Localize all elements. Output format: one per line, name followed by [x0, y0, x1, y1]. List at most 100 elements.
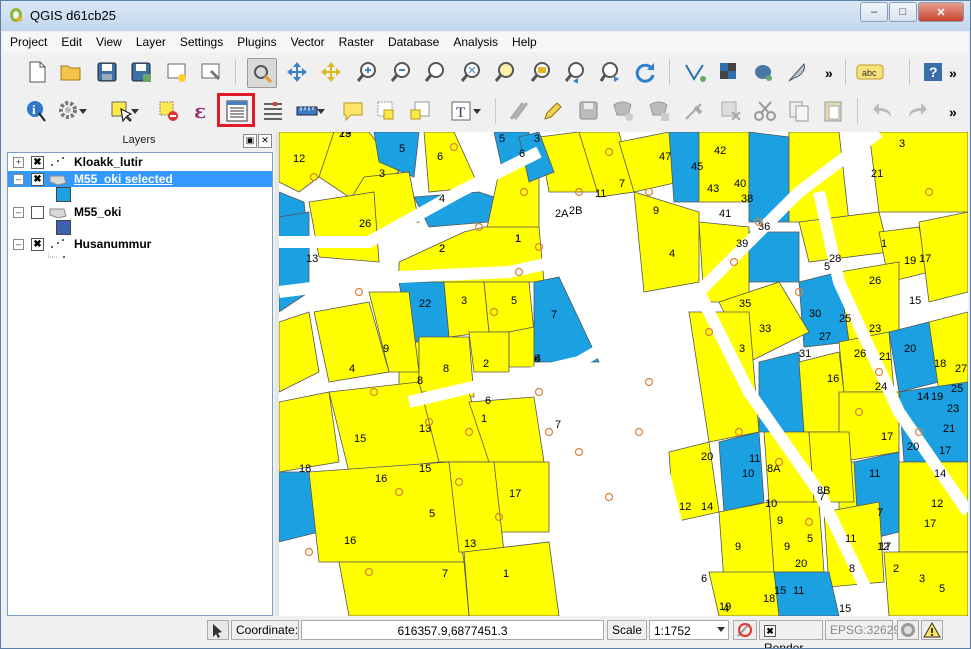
scale-combobox[interactable]: 1:1752 — [649, 620, 729, 640]
parcel[interactable] — [483, 281, 535, 333]
close-button[interactable]: ✕ — [918, 2, 964, 22]
parcel[interactable] — [868, 132, 968, 213]
mouse-position-icon[interactable] — [207, 620, 229, 640]
layer-item-m55-oki-selected[interactable]: – ✖ M55_oki selected — [8, 171, 272, 187]
pan-map-icon[interactable] — [247, 58, 277, 88]
layer-visibility-checkbox[interactable]: ✖ — [31, 156, 44, 169]
menu-database[interactable]: Database — [381, 32, 446, 52]
panel-float-button[interactable]: ▣ — [243, 134, 257, 148]
expander-icon[interactable]: – — [13, 239, 24, 250]
expander-icon[interactable]: – — [13, 174, 24, 185]
panel-close-button[interactable]: ✕ — [258, 134, 272, 148]
paste-features-icon[interactable] — [819, 97, 847, 125]
sewer-point-marker[interactable] — [574, 447, 584, 457]
zoom-full-icon[interactable] — [457, 58, 485, 86]
toolbar1-overflow-right-icon[interactable]: » — [949, 65, 957, 81]
sewer-point-marker[interactable] — [644, 187, 654, 197]
parcel[interactable] — [718, 501, 775, 583]
zoom-to-selection-icon[interactable] — [317, 58, 345, 86]
digitize-feather-icon[interactable] — [783, 58, 811, 86]
delete-selected-icon[interactable] — [717, 97, 745, 125]
sewer-point-marker[interactable] — [544, 427, 554, 437]
refresh-icon[interactable] — [631, 58, 659, 86]
menu-plugins[interactable]: Plugins — [230, 32, 283, 52]
statistical-summary-icon[interactable] — [259, 97, 287, 125]
save-layer-edits-icon[interactable] — [575, 97, 603, 125]
parcel[interactable] — [443, 281, 490, 338]
menu-view[interactable]: View — [89, 32, 129, 52]
layer-visibility-checkbox[interactable]: ✖ — [31, 173, 44, 186]
menu-analysis[interactable]: Analysis — [446, 32, 505, 52]
sewer-point-marker[interactable] — [644, 377, 654, 387]
action-dropdown-chevron-icon[interactable] — [77, 97, 89, 125]
help-icon[interactable]: ? — [919, 58, 947, 86]
parcel[interactable] — [279, 391, 340, 473]
map-canvas[interactable]: 13 12 5 6 3 6 5 3 47 42 45 7 43 40 38 21 3 4 26 2 1 2A 2B 11 9 41… — [279, 132, 968, 616]
show-bookmarks-icon[interactable] — [407, 97, 435, 125]
sewer-point-marker[interactable] — [304, 547, 314, 557]
layer-item-kloakk-lutir[interactable]: + ✖ Kloakk_lutir — [8, 154, 272, 170]
copy-features-icon[interactable] — [785, 97, 813, 125]
layer-visibility-checkbox[interactable] — [31, 206, 44, 219]
parcel[interactable] — [508, 326, 535, 368]
select-dropdown-chevron-icon[interactable] — [129, 97, 141, 125]
coordinate-field[interactable]: 616357.9,6877451.3 — [301, 620, 604, 640]
annotation-dropdown-chevron-icon[interactable] — [471, 97, 483, 125]
new-project-icon[interactable] — [23, 58, 51, 86]
minimize-button[interactable]: – — [860, 2, 888, 22]
field-calculator-icon[interactable]: ε — [187, 97, 215, 125]
menu-raster[interactable]: Raster — [332, 32, 381, 52]
menu-layer[interactable]: Layer — [129, 32, 173, 52]
parcel[interactable] — [279, 311, 320, 393]
parcel[interactable] — [633, 191, 700, 293]
stop-render-icon[interactable] — [733, 620, 757, 640]
add-postgis-layer-icon[interactable] — [749, 58, 777, 86]
zoom-to-selected-icon[interactable] — [527, 58, 555, 86]
sewer-point-marker[interactable] — [534, 387, 544, 397]
save-project-icon[interactable] — [93, 58, 121, 86]
menu-settings[interactable]: Settings — [173, 32, 230, 52]
menu-project[interactable]: Project — [3, 32, 54, 52]
parcel[interactable] — [448, 461, 505, 553]
crs-status[interactable]: EPSG:32629 — [825, 620, 900, 640]
map-drawing[interactable]: 131256365 347 42457 43 4038213426212A 2B119 41… — [279, 132, 968, 616]
crs-globe-icon[interactable] — [897, 620, 919, 640]
render-check-icon[interactable]: ✖ — [764, 624, 776, 637]
toolbar2-overflow-icon[interactable]: » — [949, 104, 957, 120]
zoom-out-icon[interactable] — [387, 58, 415, 86]
identify-icon[interactable]: i — [23, 97, 51, 125]
zoom-native-resolution-icon[interactable] — [421, 58, 449, 86]
zoom-to-layer-icon[interactable] — [491, 58, 519, 86]
parcel[interactable] — [883, 551, 968, 616]
measure-dropdown-chevron-icon[interactable] — [315, 97, 327, 125]
menu-edit[interactable]: Edit — [54, 32, 89, 52]
parcel[interactable] — [338, 561, 470, 616]
toggle-editing-icon[interactable] — [539, 97, 567, 125]
layer-item-husanummur[interactable]: – ✖ Husanummur — [8, 236, 272, 252]
redo-icon[interactable] — [903, 97, 931, 125]
map-tips-icon[interactable] — [339, 97, 367, 125]
save-as-icon[interactable] — [127, 58, 155, 86]
deselect-all-icon[interactable] — [155, 97, 183, 125]
node-tool-icon[interactable] — [681, 58, 709, 86]
parcel[interactable] — [463, 541, 560, 616]
zoom-next-icon[interactable] — [597, 58, 625, 86]
menu-vector[interactable]: Vector — [284, 32, 332, 52]
layer-visibility-checkbox[interactable]: ✖ — [31, 238, 44, 251]
sewer-point-marker[interactable] — [354, 287, 364, 297]
node-editor-icon[interactable] — [681, 97, 709, 125]
composer-manager-icon[interactable] — [197, 58, 225, 86]
expander-icon[interactable]: + — [13, 157, 24, 168]
new-spatialite-layer-icon[interactable] — [715, 58, 743, 86]
current-edits-icon[interactable] — [505, 97, 533, 125]
zoom-last-icon[interactable] — [561, 58, 589, 86]
label-tool-icon[interactable]: abc — [855, 58, 885, 86]
new-print-composer-icon[interactable] — [163, 58, 191, 86]
zoom-in-icon[interactable] — [353, 58, 381, 86]
toolbar1-overflow-icon[interactable]: » — [825, 65, 833, 81]
render-checkbox[interactable]: ✖ Render — [759, 620, 823, 648]
move-feature-icon[interactable] — [645, 97, 673, 125]
cut-features-icon[interactable] — [751, 97, 779, 125]
open-project-icon[interactable] — [57, 58, 85, 86]
pan-to-selection-icon[interactable] — [283, 58, 311, 86]
